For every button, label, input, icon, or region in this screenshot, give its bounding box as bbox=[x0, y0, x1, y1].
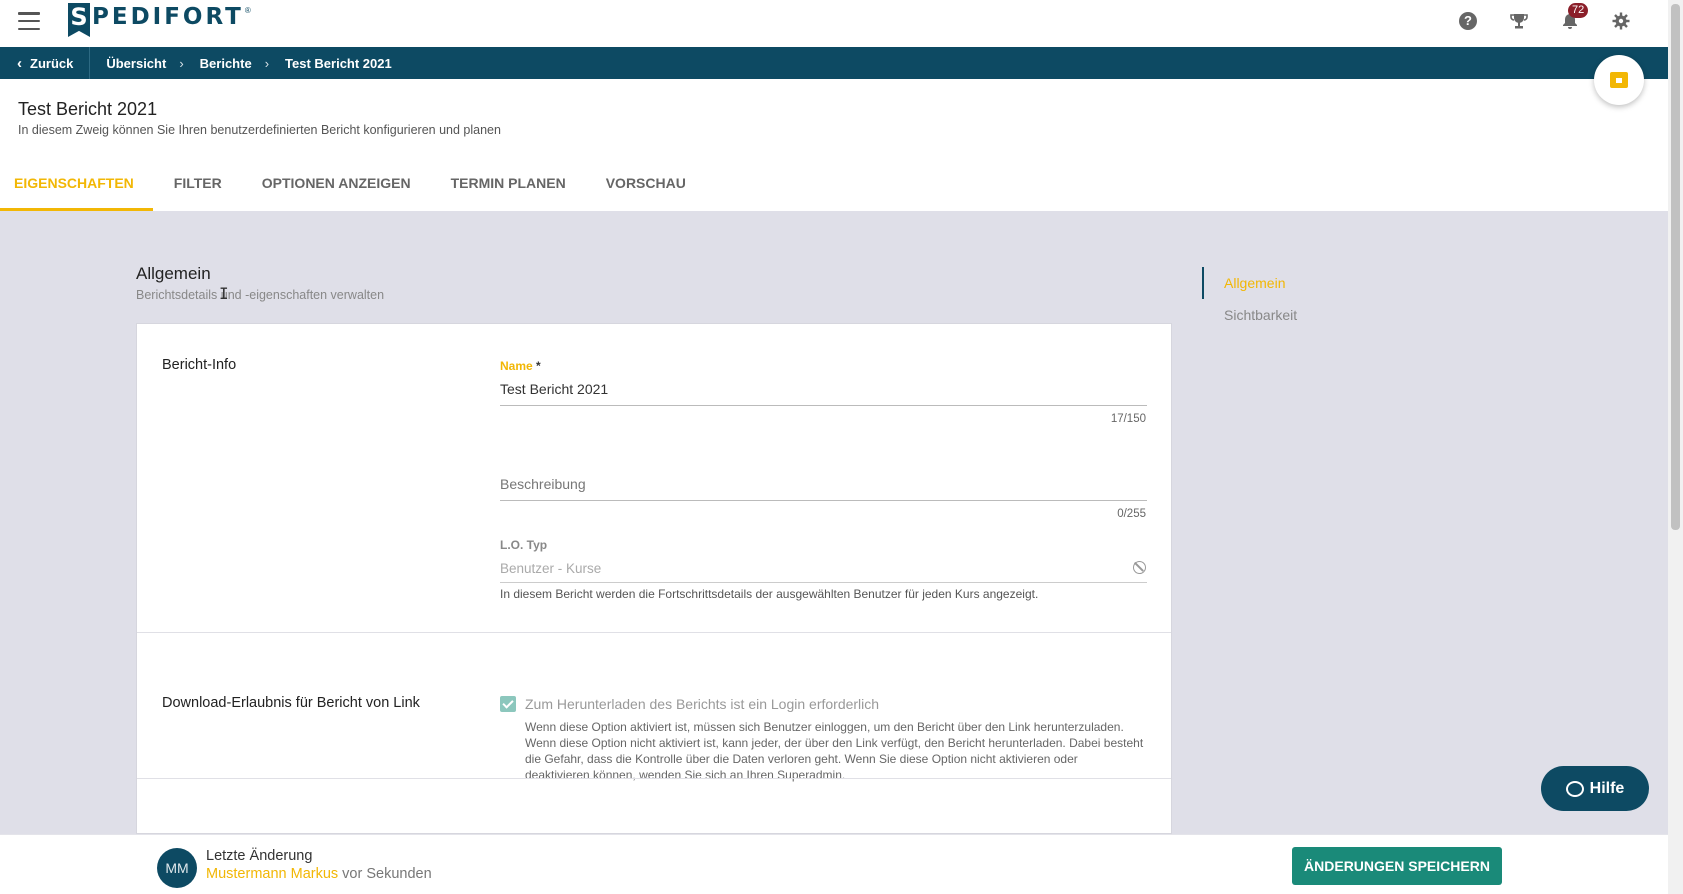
section-title: Allgemein bbox=[136, 264, 211, 283]
tab-bar: EIGENSCHAFTEN FILTER OPTIONEN ANZEIGEN T… bbox=[0, 159, 705, 211]
lo-type-field: Benutzer - Kurse bbox=[500, 561, 602, 576]
logo-text: PEDIFORT bbox=[92, 4, 244, 30]
tab-optionen-anzeigen[interactable]: OPTIONEN ANZEIGEN bbox=[241, 159, 430, 211]
footer: MM Letzte Änderung Mustermann Markus vor… bbox=[0, 834, 1668, 894]
help-chat-button[interactable]: Hilfe bbox=[1541, 766, 1649, 811]
tab-filter[interactable]: FILTER bbox=[153, 159, 241, 211]
last-change-time: vor Sekunden bbox=[338, 866, 432, 882]
page-subtitle: In diesem Zweig können Sie Ihren benutze… bbox=[18, 123, 501, 137]
scrollbar-thumb[interactable] bbox=[1671, 4, 1680, 530]
back-label: Zurück bbox=[30, 55, 74, 71]
login-required-description: Wenn diese Option aktiviert ist, müssen … bbox=[525, 720, 1144, 782]
scrollbar[interactable] bbox=[1668, 0, 1683, 894]
name-char-counter: 17/150 bbox=[1110, 413, 1146, 425]
description-char-counter: 0/255 bbox=[1117, 508, 1146, 520]
archive-icon bbox=[1610, 72, 1628, 88]
breadcrumb-item-uebersicht[interactable]: Übersicht bbox=[90, 56, 166, 71]
name-field-underline bbox=[500, 405, 1147, 406]
archive-button[interactable] bbox=[1594, 55, 1644, 105]
bericht-info-label: Bericht-Info bbox=[162, 357, 237, 373]
bell-icon[interactable]: 72 bbox=[1557, 3, 1589, 34]
tab-eigenschaften[interactable]: EIGENSCHAFTEN bbox=[0, 159, 153, 211]
chat-bubble-icon bbox=[1565, 780, 1584, 797]
page-header: Test Bericht 2021 In diesem Zweig können… bbox=[0, 79, 1668, 211]
section-subtitle: Berichtsdetails und -eigenschaften verwa… bbox=[136, 288, 385, 302]
required-mark: * bbox=[532, 359, 541, 373]
chevron-right-icon: › bbox=[179, 55, 184, 71]
description-field[interactable]: Beschreibung bbox=[500, 476, 586, 492]
side-nav-sichtbarkeit[interactable]: Sichtbarkeit bbox=[1224, 307, 1297, 323]
help-chat-label: Hilfe bbox=[1589, 779, 1625, 797]
top-bar: S PEDIFORT ® ? 72 bbox=[0, 0, 1668, 47]
chevron-left-icon: ‹ bbox=[17, 54, 22, 72]
text-cursor-icon: I bbox=[219, 284, 229, 303]
description-field-underline bbox=[500, 500, 1147, 501]
last-change-info: Mustermann Markus vor Sekunden bbox=[206, 866, 432, 882]
download-permission-label: Download-Erlaubnis für Bericht von Link bbox=[162, 695, 420, 711]
name-field[interactable]: Test Bericht 2021 bbox=[500, 381, 608, 397]
card-divider bbox=[137, 778, 1171, 779]
name-field-label: Name * bbox=[500, 359, 541, 373]
breadcrumb: ‹ Zurück Übersicht › Berichte › Test Ber… bbox=[0, 47, 1668, 79]
tab-termin-planen[interactable]: TERMIN PLANEN bbox=[430, 159, 585, 211]
help-icon[interactable]: ? bbox=[1455, 8, 1481, 34]
lo-type-underline bbox=[500, 582, 1147, 583]
gear-icon[interactable] bbox=[1608, 8, 1634, 34]
avatar: MM bbox=[157, 848, 197, 888]
name-label-text: Name bbox=[500, 359, 533, 373]
top-icons: ? 72 bbox=[1455, 3, 1634, 34]
notification-badge: 72 bbox=[1568, 3, 1589, 18]
page-title: Test Bericht 2021 bbox=[18, 99, 158, 119]
breadcrumb-item-current: Test Bericht 2021 bbox=[285, 55, 392, 71]
breadcrumb-item-berichte[interactable]: Berichte bbox=[184, 56, 252, 71]
last-change-title: Letzte Änderung bbox=[206, 848, 313, 864]
disabled-icon bbox=[1133, 561, 1146, 574]
logo[interactable]: S PEDIFORT ® bbox=[68, 3, 251, 37]
login-required-label[interactable]: Zum Herunterladen des Berichts ist ein L… bbox=[525, 696, 879, 712]
tab-vorschau[interactable]: VORSCHAU bbox=[585, 159, 705, 211]
save-changes-button[interactable]: ÄNDERUNGEN SPEICHERN bbox=[1292, 847, 1502, 885]
menu-icon[interactable] bbox=[18, 12, 40, 30]
logo-registered: ® bbox=[244, 6, 251, 15]
card-divider bbox=[137, 632, 1171, 633]
login-required-checkbox[interactable] bbox=[500, 696, 516, 712]
side-nav-indicator bbox=[1202, 267, 1204, 299]
back-button[interactable]: ‹ Zurück bbox=[0, 47, 91, 79]
help-glyph: ? bbox=[1459, 12, 1477, 30]
trophy-icon[interactable] bbox=[1506, 8, 1532, 34]
lo-type-label: L.O. Typ bbox=[500, 538, 548, 552]
side-nav-allgemein[interactable]: Allgemein bbox=[1224, 275, 1285, 291]
last-change-user[interactable]: Mustermann Markus bbox=[206, 866, 338, 882]
chevron-right-icon: › bbox=[264, 55, 270, 71]
settings-card: Bericht-Info Name * Test Bericht 2021 17… bbox=[136, 323, 1172, 834]
lo-type-hint: In diesem Bericht werden die Fortschritt… bbox=[500, 587, 1039, 601]
logo-mark: S bbox=[68, 3, 90, 37]
